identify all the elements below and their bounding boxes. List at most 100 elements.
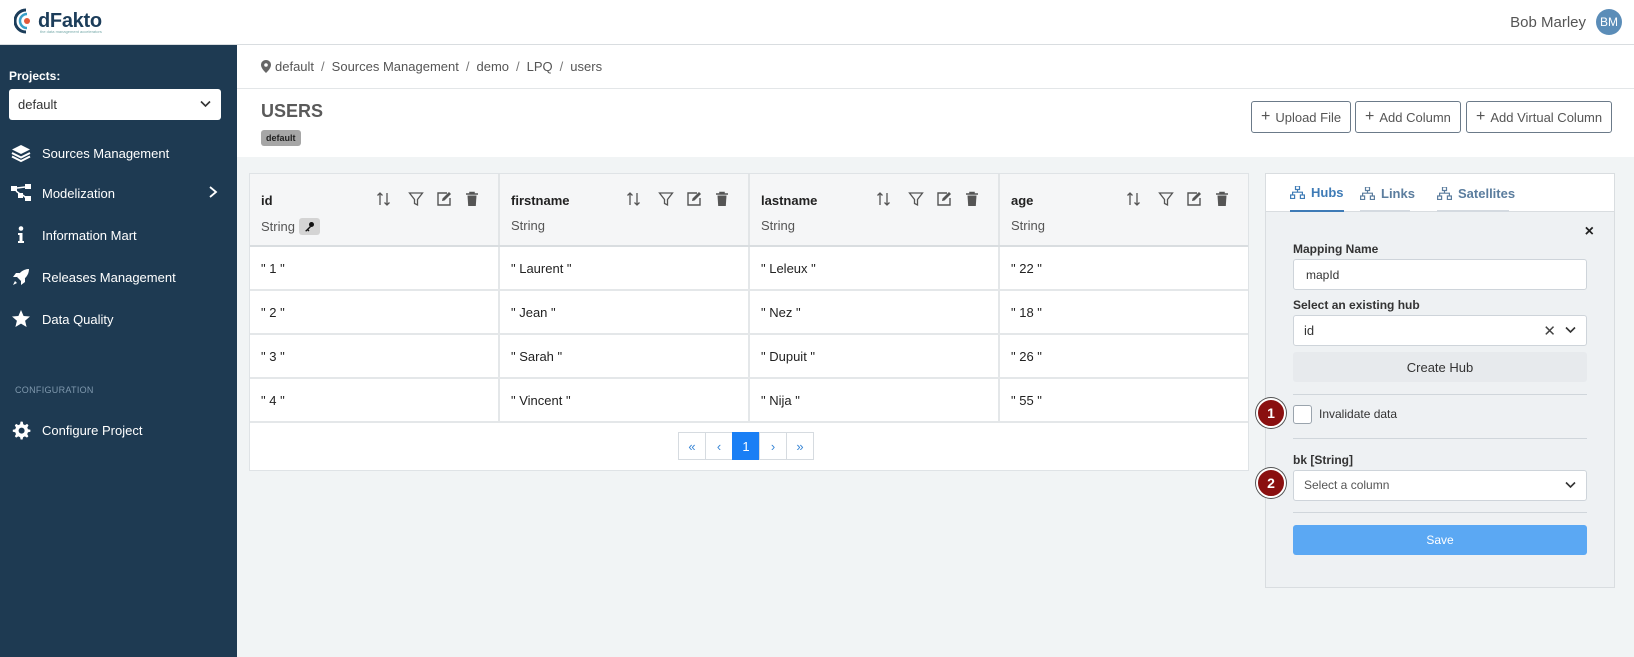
filter-icon[interactable] — [658, 191, 674, 207]
sort-icon[interactable] — [1126, 191, 1142, 207]
table-header: id String firstname String lastname Stri… — [250, 174, 1248, 247]
sidebar-item-modelization[interactable]: Modelization — [0, 178, 237, 208]
invalidate-data-checkbox[interactable] — [1293, 405, 1312, 424]
column-name: id — [261, 193, 273, 208]
breadcrumb-separator: / — [321, 59, 325, 74]
table-row: " 4 " " Vincent " " Nija " " 55 " — [250, 379, 1248, 423]
table-cell: " 1 " — [250, 247, 500, 289]
hub-select[interactable]: id ✕ — [1293, 315, 1587, 346]
top-bar: dFakto the data management accelerators … — [0, 0, 1634, 45]
plus-icon: + — [1365, 108, 1375, 125]
trash-icon[interactable] — [464, 191, 480, 207]
column-header-id: id String — [250, 174, 500, 245]
user-menu[interactable]: Bob Marley BM — [1510, 9, 1622, 35]
sidebar-item-information-mart[interactable]: Information Mart — [0, 220, 237, 250]
sidebar-item-releases-management[interactable]: Releases Management — [0, 262, 237, 292]
trash-icon[interactable] — [714, 191, 730, 207]
step-marker-1: 1 — [1256, 398, 1286, 428]
create-hub-button[interactable]: Create Hub — [1293, 352, 1587, 382]
edit-icon[interactable] — [436, 191, 452, 207]
column-header-age: age String — [1000, 174, 1248, 245]
table-cell: " Laurent " — [500, 247, 750, 289]
project-select[interactable]: default — [9, 89, 221, 120]
table-row: " 3 " " Sarah " " Dupuit " " 26 " — [250, 335, 1248, 379]
save-button[interactable]: Save — [1293, 525, 1587, 555]
breadcrumb-item[interactable]: Sources Management — [332, 59, 459, 74]
sidebar-item-label: Configure Project — [42, 422, 143, 438]
tab-satellites[interactable]: Satellites — [1437, 174, 1515, 212]
user-name: Bob Marley — [1510, 13, 1586, 31]
plus-icon: + — [1476, 108, 1486, 125]
key-icon — [298, 218, 320, 235]
breadcrumb-item[interactable]: LPQ — [527, 59, 553, 74]
table-row: " 1 " " Laurent " " Leleux " " 22 " — [250, 247, 1248, 291]
next-page-button[interactable]: › — [759, 432, 787, 460]
breadcrumb-item[interactable]: default — [275, 59, 314, 74]
filter-icon[interactable] — [408, 191, 424, 207]
tab-links[interactable]: Links — [1360, 174, 1415, 212]
sort-icon[interactable] — [876, 191, 892, 207]
table-cell: " 3 " — [250, 335, 500, 377]
breadcrumb-separator: / — [516, 59, 520, 74]
column-type-label: String — [261, 219, 295, 234]
sidebar: Projects: default Sources Management Mod… — [0, 45, 237, 657]
sidebar-item-configure-project[interactable]: Configure Project — [0, 415, 237, 445]
add-virtual-column-button[interactable]: + Add Virtual Column — [1466, 101, 1613, 133]
prev-page-button[interactable]: ‹ — [705, 432, 733, 460]
bk-column-select[interactable]: Select a column — [1293, 470, 1587, 501]
sidebar-item-sources-management[interactable]: Sources Management — [0, 138, 237, 168]
breadcrumb-item[interactable]: demo — [476, 59, 509, 74]
divider — [1293, 438, 1587, 439]
chevron-right-icon — [209, 186, 218, 198]
column-header-firstname: firstname String — [500, 174, 750, 245]
page-button-current[interactable]: 1 — [732, 432, 760, 460]
mapping-name-label: Mapping Name — [1293, 242, 1379, 256]
project-select-value: default — [18, 97, 58, 112]
table-cell: " 2 " — [250, 291, 500, 333]
logo-mark-icon — [13, 8, 36, 34]
sort-icon[interactable] — [626, 191, 642, 207]
sidebar-item-data-quality[interactable]: Data Quality — [0, 304, 237, 334]
trash-icon[interactable] — [964, 191, 980, 207]
last-page-button[interactable]: » — [786, 432, 814, 460]
table-cell: " Vincent " — [500, 379, 750, 421]
edit-icon[interactable] — [936, 191, 952, 207]
divider — [1293, 512, 1587, 513]
hub-select-value: id — [1304, 323, 1315, 338]
sidebar-item-label: Sources Management — [42, 145, 170, 161]
step-marker-2: 2 — [1256, 468, 1286, 498]
app-logo[interactable]: dFakto the data management accelerators — [13, 8, 102, 34]
tab-hubs[interactable]: Hubs — [1290, 174, 1344, 212]
table-cell: " Nija " — [750, 379, 1000, 421]
pagination: « ‹ 1 › » — [678, 432, 814, 460]
filter-icon[interactable] — [1158, 191, 1174, 207]
clear-selection-icon[interactable]: ✕ — [1543, 322, 1556, 340]
chevron-down-icon — [1565, 481, 1576, 489]
sidebar-item-label: Data Quality — [42, 311, 114, 327]
sort-icon[interactable] — [376, 191, 392, 207]
page-header: USERS default + Upload File + Add Column… — [237, 89, 1634, 157]
avatar[interactable]: BM — [1596, 9, 1622, 35]
column-name: lastname — [761, 193, 818, 208]
trash-icon[interactable] — [1214, 191, 1230, 207]
invalidate-data-label: Invalidate data — [1319, 407, 1398, 421]
tab-label: Satellites — [1458, 185, 1516, 201]
table-cell: " 4 " — [250, 379, 500, 421]
add-column-button[interactable]: + Add Column — [1355, 101, 1461, 133]
first-page-button[interactable]: « — [678, 432, 706, 460]
bk-label: bk [String] — [1293, 453, 1353, 467]
hub-select-label: Select an existing hub — [1293, 298, 1420, 312]
chevron-down-icon — [200, 100, 211, 108]
edit-icon[interactable] — [686, 191, 702, 207]
filter-icon[interactable] — [908, 191, 924, 207]
mapping-name-input[interactable]: mapId — [1293, 259, 1587, 290]
breadcrumb-item-current: users — [570, 59, 603, 74]
column-type: String — [261, 218, 320, 235]
edit-icon[interactable] — [1186, 191, 1202, 207]
sidebar-item-label: Modelization — [42, 185, 115, 201]
projects-label: Projects: — [9, 69, 61, 83]
table-cell: " Sarah " — [500, 335, 750, 377]
upload-file-button[interactable]: + Upload File — [1251, 101, 1352, 133]
breadcrumb: default / Sources Management / demo / LP… — [237, 45, 1634, 89]
close-icon[interactable]: × — [1585, 223, 1594, 241]
